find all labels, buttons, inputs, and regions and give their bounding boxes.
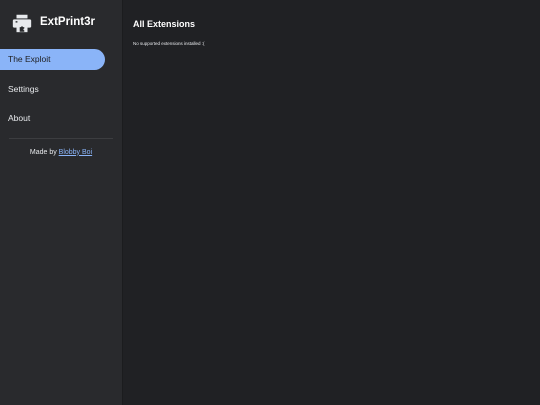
author-link[interactable]: Blobby Boi (59, 149, 92, 156)
sidebar-item-the-exploit[interactable]: The Exploit (0, 49, 105, 70)
sidebar-nav: The Exploit Settings About (0, 49, 122, 129)
sidebar-item-settings[interactable]: Settings (0, 79, 105, 100)
brand-header: ExtPrint3r (0, 0, 122, 46)
empty-state-message: No supported extensions installed :( (133, 41, 205, 46)
page-title: All Extensions (133, 19, 196, 29)
main-content: All Extensions No supported extensions i… (123, 0, 540, 405)
app-title: ExtPrint3r (40, 15, 95, 28)
credit-prefix: Made by (29, 148, 59, 156)
printer-puzzle-icon (12, 14, 32, 33)
sidebar-divider (9, 137, 113, 139)
app-window: ExtPrint3r The Exploit Settings About Ma… (0, 0, 540, 405)
credit-line: Made by Blobby Boi (0, 149, 122, 156)
sidebar-item-about[interactable]: About (0, 108, 105, 129)
sidebar: ExtPrint3r The Exploit Settings About Ma… (0, 0, 123, 405)
